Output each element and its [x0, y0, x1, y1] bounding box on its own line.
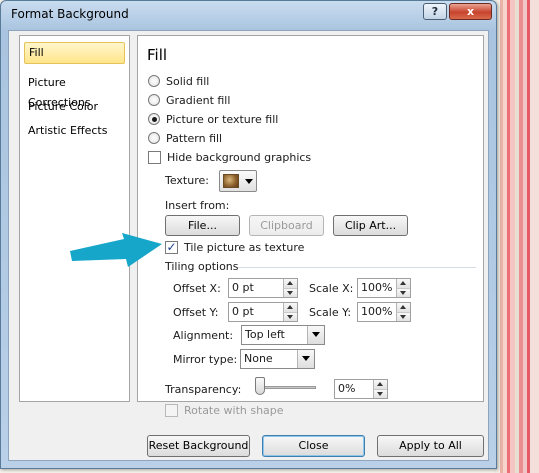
picture-texture-fill-radio[interactable] [148, 113, 160, 125]
chevron-down-icon [302, 356, 310, 361]
tiling-options-divider [238, 267, 476, 268]
scale-y-field[interactable]: 100% [357, 302, 411, 322]
gradient-fill-label: Gradient fill [166, 94, 231, 107]
close-button[interactable]: Close [262, 435, 365, 457]
clipboard-button[interactable]: Clipboard [249, 215, 324, 236]
spin-down-icon[interactable] [283, 288, 297, 297]
alignment-dropdown[interactable]: Top left [241, 325, 325, 345]
nav-item-artistic-effects[interactable]: Artistic Effects [24, 121, 125, 143]
insert-from-label: Insert from: [165, 199, 230, 212]
gradient-fill-option[interactable]: Gradient fill [148, 93, 230, 109]
tile-as-texture-checkbox[interactable]: ✓ [165, 240, 178, 254]
reset-background-button[interactable]: Reset Background [147, 435, 250, 457]
rotate-with-shape-checkbox[interactable] [165, 403, 178, 417]
transparency-spinner[interactable] [373, 380, 387, 398]
dialog-title: Format Background [11, 7, 129, 21]
transparency-label: Transparency: [165, 383, 242, 396]
rotate-with-shape-option[interactable]: Rotate with shape [165, 403, 284, 419]
scale-x-value: 100% [361, 281, 393, 294]
annotation-arrow-icon [70, 233, 162, 267]
mirror-type-dropdown-button[interactable] [297, 350, 314, 368]
close-window-button[interactable]: x [449, 3, 492, 20]
offset-y-spinner[interactable] [283, 303, 297, 321]
texture-swatch-icon [223, 174, 239, 188]
mirror-type-value: None [244, 352, 273, 365]
spin-up-icon[interactable] [373, 380, 387, 389]
hide-background-graphics-checkbox[interactable] [148, 150, 161, 164]
fill-heading: Fill [147, 46, 168, 64]
arrow-shape [70, 233, 162, 267]
scale-x-spinner[interactable] [396, 279, 410, 297]
nav-item-fill[interactable]: Fill [24, 42, 125, 64]
gradient-fill-radio[interactable] [148, 94, 160, 106]
scale-y-value: 100% [361, 305, 393, 318]
category-nav: Fill Picture Corrections Picture Color A… [19, 35, 130, 402]
spin-up-icon[interactable] [283, 303, 297, 312]
offset-x-value: 0 pt [232, 281, 254, 294]
offset-y-label: Offset Y: [173, 306, 219, 319]
chevron-down-icon [245, 179, 253, 184]
mirror-type-dropdown[interactable]: None [240, 349, 315, 369]
pattern-fill-label: Pattern fill [166, 132, 223, 145]
hide-background-graphics-option[interactable]: Hide background graphics [148, 150, 311, 166]
nav-item-picture-corrections[interactable]: Picture Corrections [24, 73, 125, 109]
spin-down-icon[interactable] [396, 312, 410, 321]
texture-picker-button[interactable] [219, 170, 257, 192]
alignment-dropdown-button[interactable] [307, 326, 324, 344]
spin-down-icon[interactable] [373, 389, 387, 398]
tiling-options-label: Tiling options [165, 260, 239, 273]
picture-texture-fill-option[interactable]: Picture or texture fill [148, 112, 278, 128]
transparency-slider-thumb[interactable] [255, 377, 265, 395]
solid-fill-radio[interactable] [148, 75, 160, 87]
scale-x-label: Scale X: [309, 282, 354, 295]
scale-y-spinner[interactable] [396, 303, 410, 321]
transparency-value: 0% [338, 382, 356, 395]
pattern-fill-radio[interactable] [148, 132, 160, 144]
offset-x-spinner[interactable] [283, 279, 297, 297]
background-slide-stripes [494, 0, 539, 473]
solid-fill-option[interactable]: Solid fill [148, 74, 209, 90]
alignment-value: Top left [245, 328, 285, 341]
spin-down-icon[interactable] [283, 312, 297, 321]
tile-as-texture-label: Tile picture as texture [184, 241, 305, 254]
solid-fill-label: Solid fill [166, 75, 210, 88]
scale-x-field[interactable]: 100% [357, 278, 411, 298]
transparency-slider-track[interactable] [256, 386, 316, 389]
title-bar[interactable]: Format Background ? x [1, 1, 496, 29]
offset-y-value: 0 pt [232, 305, 254, 318]
spin-up-icon[interactable] [396, 303, 410, 312]
rotate-with-shape-label: Rotate with shape [184, 404, 284, 417]
offset-x-label: Offset X: [173, 282, 221, 295]
tile-as-texture-option[interactable]: ✓ Tile picture as texture [165, 240, 304, 256]
spin-down-icon[interactable] [396, 288, 410, 297]
spin-up-icon[interactable] [396, 279, 410, 288]
offset-x-field[interactable]: 0 pt [228, 278, 298, 298]
spin-up-icon[interactable] [283, 279, 297, 288]
pattern-fill-option[interactable]: Pattern fill [148, 131, 222, 147]
nav-item-picture-color[interactable]: Picture Color [24, 97, 125, 119]
picture-texture-fill-label: Picture or texture fill [166, 113, 279, 126]
alignment-label: Alignment: [173, 329, 234, 342]
scale-y-label: Scale Y: [309, 306, 352, 319]
clip-art-button[interactable]: Clip Art... [333, 215, 408, 236]
help-button[interactable]: ? [423, 3, 447, 20]
file-button[interactable]: File... [165, 215, 240, 236]
hide-background-graphics-label: Hide background graphics [167, 151, 312, 164]
offset-y-field[interactable]: 0 pt [228, 302, 298, 322]
fill-panel: Fill Solid fill Gradient fill Picture or… [137, 35, 484, 417]
texture-label: Texture: [165, 174, 209, 187]
apply-to-all-button[interactable]: Apply to All [377, 435, 484, 457]
chevron-down-icon [312, 332, 320, 337]
transparency-field[interactable]: 0% [334, 379, 388, 399]
mirror-type-label: Mirror type: [173, 353, 238, 366]
